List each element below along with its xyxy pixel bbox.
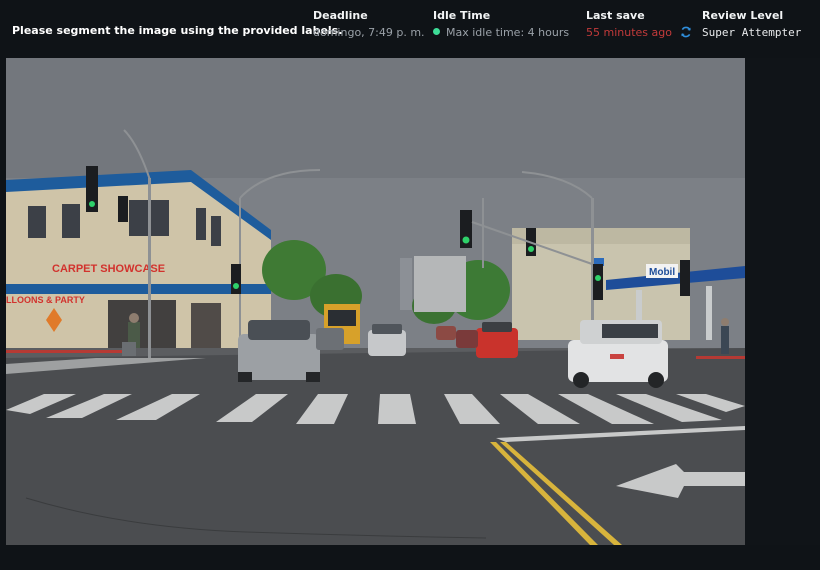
red-curb — [696, 356, 745, 359]
white-jeep — [568, 320, 668, 388]
bus-windshield — [328, 310, 356, 326]
segmentation-app: Please segment the image using the provi… — [0, 0, 820, 570]
last-save-row: 55 minutes ago — [586, 26, 692, 40]
top-bar: Please segment the image using the provi… — [0, 0, 820, 52]
deadline-label: Deadline — [313, 9, 368, 22]
distant-building — [400, 258, 412, 310]
last-save-value: 55 minutes ago — [586, 26, 672, 39]
green-signal — [462, 236, 470, 244]
light-pole — [148, 178, 151, 358]
building-window — [211, 216, 221, 246]
building-window — [196, 208, 206, 240]
green-signal — [89, 201, 95, 207]
party-sign: LLOONS & PARTY — [6, 295, 85, 305]
idle-time-label: Idle Time — [433, 9, 491, 22]
right-building-top — [512, 228, 690, 244]
review-level-value: Super Attempter — [702, 26, 802, 39]
traffic-light — [118, 196, 128, 222]
review-level-info: Review Level Super Attempter — [702, 9, 801, 40]
review-level-label: Review Level — [702, 9, 784, 22]
silver-suv — [238, 320, 320, 382]
idle-time-value: Max idle time: 4 hours — [446, 26, 570, 39]
distant-building — [414, 256, 466, 312]
building-window — [28, 206, 46, 238]
green-signal — [233, 283, 239, 289]
deadline-info: Deadline domingo, 7:49 p. m. — [313, 9, 425, 40]
street-scene-drawing: CARPET SHOWCASE LLOONS & PARTY Mobil — [6, 58, 745, 545]
idle-time-info: Idle Time Max idle time: 4 hours — [433, 9, 569, 40]
pedestrian-head — [721, 318, 729, 326]
last-save-label: Last save — [586, 9, 645, 22]
traffic-light — [680, 260, 690, 296]
red-car — [476, 322, 518, 358]
refresh-icon[interactable] — [680, 26, 692, 38]
mobil-sign-text: Mobil — [649, 267, 675, 278]
pedestrian — [721, 326, 729, 354]
pedestrian-head — [129, 313, 139, 323]
storefront-window — [191, 303, 221, 348]
white-car — [368, 324, 406, 356]
walker — [122, 342, 136, 356]
street-scene-image[interactable]: CARPET SHOWCASE LLOONS & PARTY Mobil — [6, 58, 745, 545]
idle-time-row: Max idle time: 4 hours — [433, 26, 569, 40]
gray-car — [316, 328, 344, 350]
red-curb — [6, 350, 126, 353]
green-signal — [528, 246, 534, 252]
status-dot-icon — [433, 28, 440, 35]
traffic-light — [593, 264, 603, 300]
annotation-canvas[interactable]: CARPET SHOWCASE LLOONS & PARTY Mobil — [0, 52, 820, 570]
last-save-info: Last save 55 minutes ago — [586, 9, 692, 40]
building-window — [62, 204, 80, 238]
canopy-pillar — [706, 286, 712, 340]
sky-top — [6, 58, 745, 178]
traffic-light — [231, 264, 241, 294]
green-signal — [595, 275, 601, 281]
utility-pole — [482, 198, 484, 268]
deadline-value: domingo, 7:49 p. m. — [313, 26, 425, 39]
storefront-window — [108, 300, 176, 348]
task-instruction: Please segment the image using the provi… — [12, 24, 343, 37]
right-gutter — [745, 58, 820, 545]
